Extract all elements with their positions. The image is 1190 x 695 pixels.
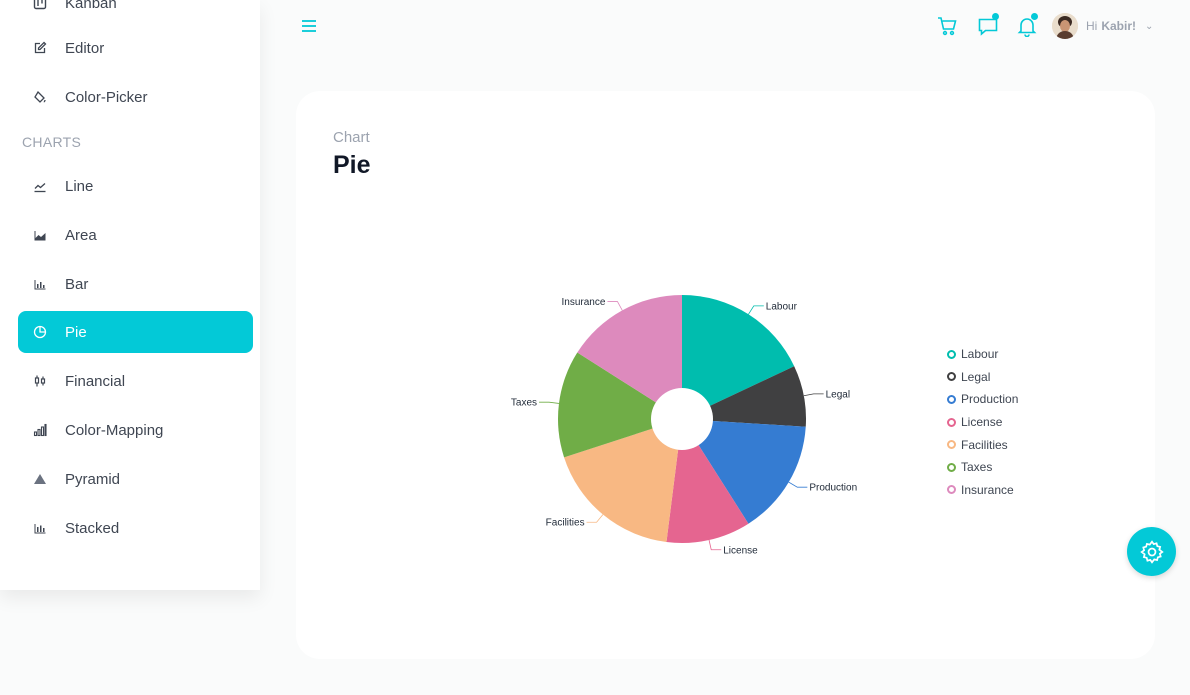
legend-marker-icon	[947, 462, 956, 472]
legend-label: Insurance	[961, 482, 1014, 497]
legend-marker-icon	[947, 349, 956, 359]
legend-label: Legal	[961, 369, 991, 384]
legend-label: Facilities	[961, 437, 1008, 452]
connector-line	[708, 539, 722, 551]
data-label: Facilities	[546, 518, 585, 529]
legend-label: Taxes	[961, 460, 993, 475]
connector-line	[539, 401, 560, 404]
legend-label: Production	[961, 392, 1019, 407]
legend-label: License	[961, 415, 1003, 430]
legend-item[interactable]: Taxes	[947, 456, 1018, 479]
data-label: License	[723, 545, 758, 556]
connector-line	[586, 514, 604, 523]
connector-line	[803, 393, 824, 397]
connector-line	[788, 481, 808, 488]
legend-marker-icon	[947, 372, 956, 382]
data-label: Legal	[826, 389, 850, 400]
settings-button[interactable]	[1127, 527, 1176, 576]
legend-marker-icon	[947, 485, 956, 495]
connector-line	[748, 305, 764, 315]
gear-icon	[1139, 539, 1164, 564]
donut-hole	[651, 388, 713, 450]
legend-item[interactable]: Production	[947, 388, 1018, 411]
legend-item[interactable]: Insurance	[947, 479, 1018, 502]
chart-legend: Labour Legal Production License Facilities Ta…	[947, 343, 1018, 501]
legend-item[interactable]: Legal	[947, 366, 1018, 389]
connector-line	[607, 301, 623, 311]
legend-item[interactable]: License	[947, 411, 1018, 434]
legend-item[interactable]: Labour	[947, 343, 1018, 366]
data-label: Insurance	[562, 297, 606, 308]
data-label: Labour	[766, 301, 798, 312]
legend-marker-icon	[947, 417, 956, 427]
data-label: Production	[809, 483, 857, 494]
legend-marker-icon	[947, 394, 956, 404]
legend-marker-icon	[947, 440, 956, 450]
legend-item[interactable]: Facilities	[947, 433, 1018, 456]
legend-label: Labour	[961, 347, 999, 362]
data-label: Taxes	[511, 398, 537, 409]
